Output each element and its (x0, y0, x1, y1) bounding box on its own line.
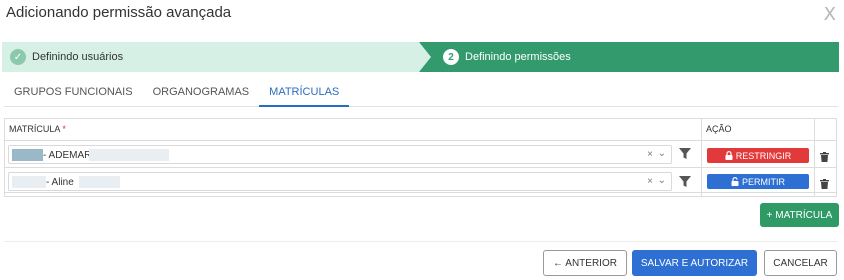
modal-title: Adicionando permissão avançada (6, 4, 232, 21)
chevron-down-icon[interactable]: ⌄ (658, 175, 666, 186)
step-definindo-usuarios[interactable]: ✓ Definindo usuários (2, 42, 432, 72)
step-definindo-permissoes[interactable]: 2 Definindo permissões (419, 42, 839, 72)
previous-button[interactable]: ← ANTERIOR (543, 250, 627, 276)
chevron-down-icon[interactable]: ⌄ (658, 148, 666, 159)
step-label: Definindo permissões (465, 51, 571, 63)
restringir-button[interactable]: RESTRINGIR (707, 148, 809, 163)
matricula-table: MATRÍCULA * AÇÃO - ADEMAR × ⌄ RESTRINGIR… (4, 118, 837, 197)
check-icon: ✓ (10, 49, 26, 65)
column-header-acao: AÇÃO (706, 124, 732, 134)
stepper: ✓ Definindo usuários 2 Definindo permiss… (2, 42, 839, 72)
redacted-value (79, 176, 120, 188)
column-header-matricula: MATRÍCULA * (9, 124, 66, 134)
tab-bar: GRUPOS FUNCIONAIS ORGANOGRAMAS MATRÍCULA… (4, 78, 838, 107)
save-and-authorize-button[interactable]: SALVAR E AUTORIZAR (632, 250, 757, 276)
button-label: RESTRINGIR (735, 150, 792, 161)
filter-icon[interactable] (679, 147, 691, 165)
tab-matriculas[interactable]: MATRÍCULAS (259, 78, 350, 107)
matricula-value: - Aline (46, 177, 74, 188)
redacted-value (12, 149, 43, 161)
cancel-button[interactable]: CANCELAR (764, 250, 837, 276)
matricula-select[interactable]: - ADEMAR × ⌄ (8, 145, 672, 164)
matricula-value: - ADEMAR (43, 150, 92, 161)
matricula-select[interactable]: - Aline × ⌄ (8, 172, 672, 191)
tab-organogramas[interactable]: ORGANOGRAMAS (143, 78, 260, 107)
column-divider (814, 119, 815, 196)
add-matricula-button[interactable]: + MATRÍCULA (760, 203, 839, 227)
row-divider (5, 140, 836, 141)
step-label: Definindo usuários (32, 51, 124, 63)
close-button[interactable]: X (824, 4, 836, 25)
redacted-value (89, 149, 169, 161)
column-divider (701, 119, 702, 196)
required-marker: * (62, 124, 66, 134)
tab-grupos-funcionais[interactable]: GRUPOS FUNCIONAIS (4, 78, 143, 107)
button-label: PERMITIR (741, 176, 785, 187)
trash-icon[interactable] (820, 176, 829, 194)
row-divider (5, 167, 836, 168)
filter-icon[interactable] (679, 175, 691, 193)
trash-icon[interactable] (820, 149, 829, 167)
step-number: 2 (443, 49, 459, 65)
redacted-value (12, 176, 46, 188)
permitir-button[interactable]: PERMITIR (707, 174, 809, 189)
clear-icon[interactable]: × (647, 149, 653, 160)
clear-icon[interactable]: × (647, 176, 653, 187)
footer-divider (4, 241, 838, 242)
lock-icon (725, 151, 733, 160)
unlock-icon (731, 177, 739, 186)
row-divider (5, 192, 836, 193)
